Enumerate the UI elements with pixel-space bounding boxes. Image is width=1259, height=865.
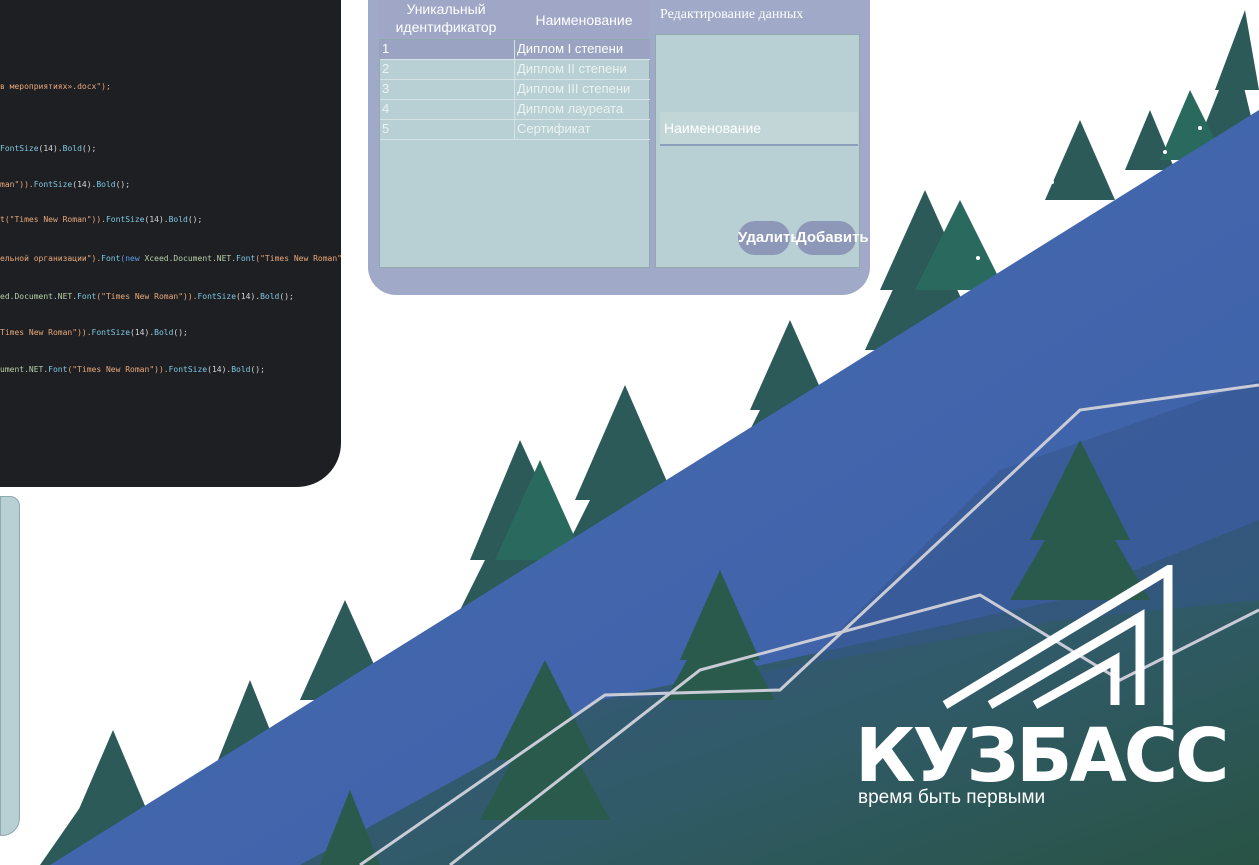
cell-id: 5 — [382, 121, 390, 136]
code-token: ed.Document.NET. — [0, 292, 78, 301]
data-window: Уникальный идентификатор Наименование 1 … — [368, 0, 870, 295]
name-input[interactable] — [660, 112, 858, 146]
cell-divider — [514, 40, 515, 59]
cell-name: Диплом лауреата — [517, 101, 624, 116]
code-token: ument.NET. — [0, 365, 49, 374]
cell-id: 3 — [382, 81, 390, 96]
code-token: (new — [120, 254, 145, 263]
code-token: Bold — [154, 328, 174, 337]
table-row[interactable]: 4 Диплом лауреата — [380, 100, 650, 120]
partial-window — [0, 496, 20, 836]
edit-panel-title: Редактирование данных — [660, 7, 804, 22]
code-token: Font — [77, 292, 97, 301]
delete-button[interactable]: Удалить — [738, 221, 800, 255]
code-line[interactable]: ed.Document.NET.Font("Times New Roman"))… — [0, 292, 294, 301]
logo-wordmark: КУЗБАСС — [855, 713, 1229, 799]
code-token: Times New Roman")). — [0, 328, 92, 337]
add-button[interactable]: Добавить — [796, 221, 869, 255]
code-line[interactable]: ельной организации").Font(new Xceed.Docu… — [0, 254, 341, 263]
data-grid[interactable]: 1 Диплом I степени 2 Диплом II степени 3… — [379, 39, 650, 268]
code-token: (14). — [207, 365, 232, 374]
code-line[interactable]: Times New Roman")).FontSize(14).Bold(); — [0, 328, 188, 337]
cell-name: Диплом III степени — [517, 81, 631, 96]
code-token: (); — [187, 215, 203, 224]
code-token: (14). — [130, 328, 155, 337]
cell-name: Диплом II степени — [517, 61, 627, 76]
code-line[interactable]: в мероприятиях».docx"); — [0, 82, 111, 91]
grid-header: Уникальный идентификатор Наименование — [379, 0, 649, 38]
code-token: t("Times New Roman")). — [0, 215, 106, 224]
code-token: ельной организации"). — [0, 254, 102, 263]
code-token: FontSize — [168, 365, 208, 374]
cell-id: 1 — [382, 41, 390, 56]
code-token: FontSize — [197, 292, 237, 301]
code-token: FontSize — [105, 215, 145, 224]
code-token: Font — [101, 254, 121, 263]
code-token: FontSize — [0, 144, 39, 153]
cell-id: 4 — [382, 101, 390, 116]
code-token: Bold — [96, 180, 116, 189]
code-token: в мероприятиях».docx"); — [0, 82, 111, 91]
cell-divider — [514, 80, 515, 99]
cell-name: Сертификат — [517, 121, 591, 136]
logo-tagline: время быть первыми — [858, 787, 1046, 808]
code-token: (); — [173, 328, 188, 337]
code-token: FontSize — [91, 328, 131, 337]
cell-id: 2 — [382, 61, 390, 76]
table-row[interactable]: 1 Диплом I степени — [380, 40, 650, 60]
code-editor-panel[interactable]: в мероприятиях».docx"); FontSize(14).Bol… — [0, 0, 341, 487]
cell-name: Диплом I степени — [517, 41, 624, 56]
code-token: Bold — [260, 292, 280, 301]
code-token: (14). — [236, 292, 261, 301]
code-token: (14). — [38, 144, 63, 153]
code-line[interactable]: t("Times New Roman")).FontSize(14).Bold(… — [0, 215, 202, 224]
code-token: ("Times New Roman")). — [96, 292, 198, 301]
table-row[interactable]: 3 Диплом III степени — [380, 80, 650, 100]
code-line[interactable]: man")).FontSize(14).Bold(); — [0, 180, 130, 189]
code-token: Font — [236, 254, 256, 263]
code-token: (); — [250, 365, 265, 374]
code-token: Bold — [168, 215, 188, 224]
code-token: man")). — [0, 180, 34, 189]
edit-panel: Удалить Добавить — [655, 34, 869, 268]
code-token: Font — [48, 365, 68, 374]
code-token: (); — [81, 144, 97, 153]
cell-divider — [514, 100, 515, 119]
cell-divider — [514, 120, 515, 139]
table-row[interactable]: 2 Диплом II степени — [380, 60, 650, 80]
code-token: FontSize — [33, 180, 73, 189]
cell-divider — [514, 60, 515, 79]
kuzbass-logo-mark — [942, 565, 1173, 725]
code-line[interactable]: FontSize(14).Bold(); — [0, 144, 96, 153]
code-token: Bold — [231, 365, 251, 374]
column-header-name[interactable]: Наименование — [519, 12, 649, 28]
code-token: (); — [115, 180, 131, 189]
code-token: (); — [279, 292, 294, 301]
code-token: ("Times New Roman")). — [67, 365, 169, 374]
code-token: (14). — [72, 180, 97, 189]
column-header-id[interactable]: Уникальный идентификатор — [391, 0, 501, 36]
code-token: ("Times New Roman")). — [255, 254, 341, 263]
code-token: Bold — [62, 144, 82, 153]
code-token: Xceed.Document.NET. — [144, 254, 237, 263]
code-line[interactable]: ument.NET.Font("Times New Roman")).FontS… — [0, 365, 265, 374]
code-token: (14). — [144, 215, 169, 224]
table-row[interactable]: 5 Сертификат — [380, 120, 650, 140]
